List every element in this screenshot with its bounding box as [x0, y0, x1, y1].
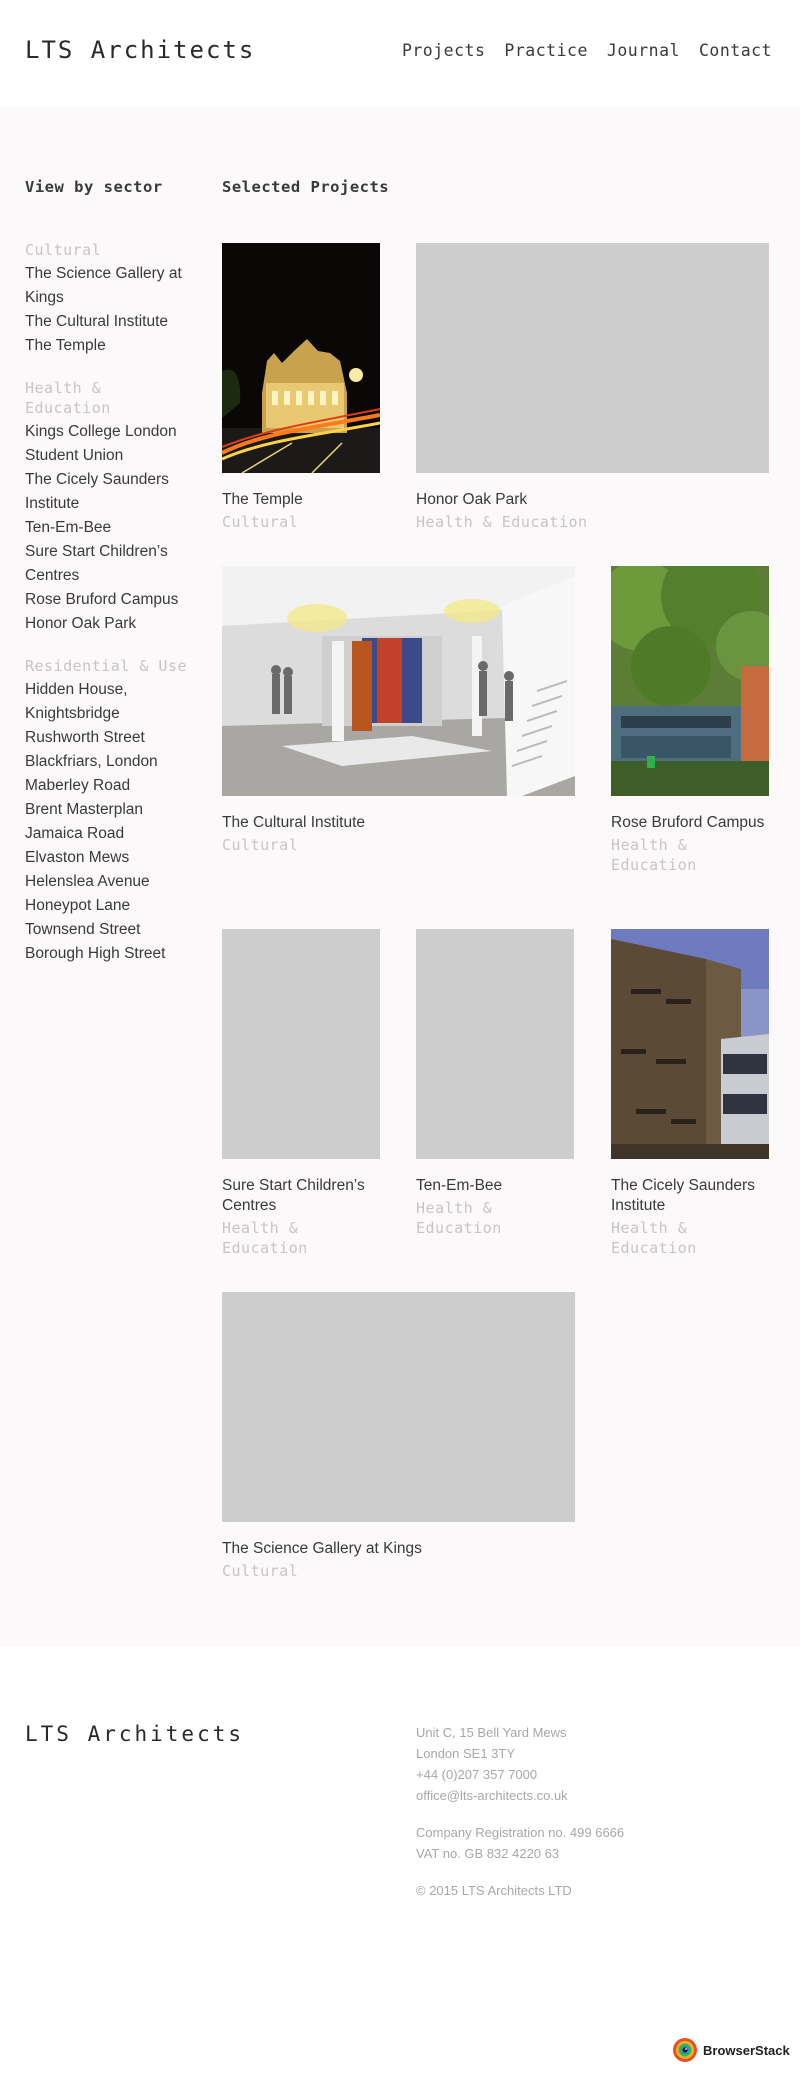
main-nav: Projects Practice Journal Contact — [402, 41, 772, 60]
project-card-rose-bruford-campus[interactable]: Rose Bruford Campus Health & Education — [611, 566, 769, 875]
sector-title[interactable]: Health & Education — [25, 378, 195, 418]
project-image-placeholder[interactable] — [222, 929, 380, 1159]
project-card-the-cultural-institute[interactable]: The Cultural Institute Cultural — [222, 566, 575, 855]
footer-logo[interactable]: LTS Architects — [25, 1722, 244, 1746]
night-building-photo — [222, 243, 380, 473]
email-link[interactable]: office@lts-architects.co.uk — [416, 1785, 624, 1806]
project-image-placeholder[interactable] — [416, 243, 769, 473]
vat-line: VAT no. GB 832 4220 63 — [416, 1846, 560, 1861]
registration-line: Company Registration no. 499 6666 — [416, 1825, 625, 1840]
sector-nav: Cultural The Science Gallery at Kings Th… — [25, 240, 195, 986]
gallery-render-image — [222, 566, 575, 796]
project-sector: Health & Education — [611, 1219, 697, 1257]
sector-link[interactable]: Borough High Street — [25, 942, 195, 966]
sector-group-cultural: Cultural The Science Gallery at Kings Th… — [25, 240, 195, 358]
sector-link[interactable]: Hidden House, Knightsbridge — [25, 678, 195, 726]
project-card-science-gallery[interactable]: The Science Gallery at Kings Cultural — [222, 1292, 575, 1581]
sector-title[interactable]: Cultural — [25, 240, 195, 260]
browserstack-logo-icon — [673, 2038, 697, 2062]
project-image-placeholder[interactable] — [416, 929, 574, 1159]
trees-building-photo — [611, 566, 769, 796]
sector-group-health-education: Health & Education Kings College London … — [25, 378, 195, 636]
site-footer: LTS Architects Unit C, 15 Bell Yard Mews… — [0, 1647, 800, 2075]
sector-link[interactable]: Kings College London Student Union — [25, 420, 195, 468]
project-title[interactable]: Rose Bruford Campus — [611, 813, 769, 833]
sector-link[interactable]: Blackfriars, London — [25, 750, 195, 774]
project-image[interactable] — [611, 929, 769, 1159]
project-card-the-temple[interactable]: The Temple Cultural — [222, 243, 380, 532]
sector-link[interactable]: Ten-Em-Bee — [25, 516, 195, 540]
address-line: London SE1 3TY — [416, 1746, 516, 1761]
sector-link[interactable]: Rushworth Street — [25, 726, 195, 750]
sector-link[interactable]: Townsend Street — [25, 918, 195, 942]
project-title[interactable]: The Cicely Saunders Institute — [611, 1176, 769, 1216]
project-card-honor-oak-park[interactable]: Honor Oak Park Health & Education — [416, 243, 769, 532]
nav-journal[interactable]: Journal — [607, 41, 680, 60]
nav-contact[interactable]: Contact — [699, 41, 772, 60]
project-sector: Health & Education — [416, 1199, 502, 1237]
project-sector: Health & Education — [611, 836, 697, 874]
sector-link[interactable]: Brent Masterplan — [25, 798, 195, 822]
main-content: View by sector Cultural The Science Gall… — [0, 107, 800, 1647]
sector-link[interactable]: Rose Bruford Campus — [25, 588, 195, 612]
project-card-ten-em-bee[interactable]: Ten-Em-Bee Health & Education — [416, 929, 574, 1238]
site-logo[interactable]: LTS Architects — [25, 36, 255, 64]
project-sector: Health & Education — [222, 1219, 308, 1257]
copyright: © 2015 LTS Architects LTD — [416, 1883, 572, 1898]
browserstack-badge[interactable]: BrowserStack — [672, 2037, 790, 2063]
sector-heading: View by sector — [25, 178, 163, 196]
projects-heading: Selected Projects — [222, 178, 390, 196]
nav-projects[interactable]: Projects — [402, 41, 485, 60]
brick-building-photo — [611, 929, 769, 1159]
sector-link[interactable]: Honeypot Lane — [25, 894, 195, 918]
sector-link[interactable]: Honor Oak Park — [25, 612, 195, 636]
project-sector: Cultural — [222, 1562, 299, 1580]
footer-registration: Company Registration no. 499 6666 VAT no… — [416, 1822, 624, 1864]
sector-link[interactable]: The Temple — [25, 334, 195, 358]
footer-info: Unit C, 15 Bell Yard Mews London SE1 3TY… — [416, 1722, 624, 1901]
sector-link[interactable]: The Cultural Institute — [25, 310, 195, 334]
address-line: Unit C, 15 Bell Yard Mews — [416, 1725, 567, 1740]
project-image[interactable] — [222, 566, 575, 796]
footer-address: Unit C, 15 Bell Yard Mews London SE1 3TY… — [416, 1722, 624, 1806]
project-title[interactable]: The Cultural Institute — [222, 813, 575, 833]
project-image[interactable] — [222, 243, 380, 473]
project-title[interactable]: The Temple — [222, 490, 380, 510]
sector-title[interactable]: Residential & Use — [25, 656, 195, 676]
site-header: LTS Architects Projects Practice Journal… — [0, 0, 800, 107]
sector-link[interactable]: Sure Start Children’s Centres — [25, 540, 195, 588]
sector-link[interactable]: Jamaica Road — [25, 822, 195, 846]
sector-link[interactable]: Maberley Road — [25, 774, 195, 798]
project-sector: Health & Education — [416, 513, 588, 531]
browserstack-label: BrowserStack — [703, 2042, 790, 2058]
project-sector: Cultural — [222, 513, 299, 531]
project-card-cicely-saunders[interactable]: The Cicely Saunders Institute Health & E… — [611, 929, 769, 1258]
sector-group-residential: Residential & Use Hidden House, Knightsb… — [25, 656, 195, 966]
sector-link[interactable]: Elvaston Mews — [25, 846, 195, 870]
project-title[interactable]: Honor Oak Park — [416, 490, 769, 510]
nav-practice[interactable]: Practice — [504, 41, 587, 60]
sector-link[interactable]: The Science Gallery at Kings — [25, 262, 195, 310]
sector-link[interactable]: Helenslea Avenue — [25, 870, 195, 894]
project-card-sure-start[interactable]: Sure Start Children’s Centres Health & E… — [222, 929, 380, 1258]
project-title[interactable]: Ten-Em-Bee — [416, 1176, 574, 1196]
project-image-placeholder[interactable] — [222, 1292, 575, 1522]
sector-link[interactable]: The Cicely Saunders Institute — [25, 468, 195, 516]
project-title[interactable]: Sure Start Children’s Centres — [222, 1176, 380, 1216]
project-title[interactable]: The Science Gallery at Kings — [222, 1539, 575, 1559]
project-sector: Cultural — [222, 836, 299, 854]
project-image[interactable] — [611, 566, 769, 796]
phone-link[interactable]: +44 (0)207 357 7000 — [416, 1764, 624, 1785]
